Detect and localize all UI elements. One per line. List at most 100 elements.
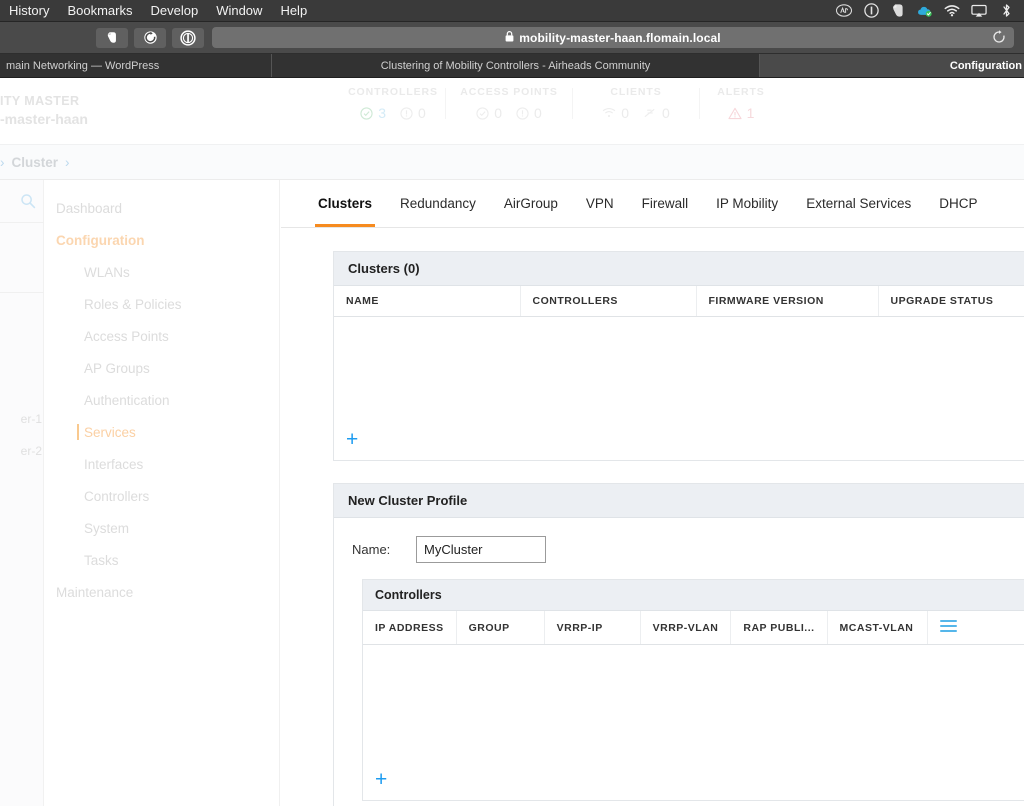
clusters-col-controllers[interactable]: CONTROLLERS xyxy=(520,286,697,317)
tab-external-services[interactable]: External Services xyxy=(792,180,925,227)
controllers-col-rap-public[interactable]: RAP PUBLI... xyxy=(730,611,828,645)
clusters-col-firmware-version[interactable]: FIRMWARE VERSION xyxy=(696,286,879,317)
add-cluster-button[interactable]: + xyxy=(346,428,358,451)
sidebar-item-tasks[interactable]: Tasks xyxy=(44,544,279,576)
tab-dhcp[interactable]: DHCP xyxy=(925,180,991,227)
breadcrumb-label[interactable]: Cluster xyxy=(12,155,59,170)
check-circle-icon xyxy=(476,106,489,120)
stat-controllers-up: 3 xyxy=(360,105,386,121)
stat-clients-wired: 0 xyxy=(643,105,670,121)
controllers-header-row: IP ADDRESS GROUP VRRP-IP VRRP-VLAN RAP P… xyxy=(363,611,1024,645)
onepassword-icon[interactable] xyxy=(863,3,879,19)
sidebar-item-wlans[interactable]: WLANs xyxy=(44,256,279,288)
rail-item-controller-1[interactable]: er-1 xyxy=(0,412,44,426)
sidebar-item-ap-groups[interactable]: AP Groups xyxy=(44,352,279,384)
sidebar-item-configuration[interactable]: Configuration xyxy=(44,224,279,256)
app-hostname: -master-haan xyxy=(0,110,88,127)
sidebar-item-roles-policies[interactable]: Roles & Policies xyxy=(44,288,279,320)
browser-tab-bar: main Networking — WordPress Clustering o… xyxy=(0,54,1024,78)
rail-item-controller-2[interactable]: er-2 xyxy=(0,444,44,458)
stat-label-access-points: ACCESS POINTS xyxy=(460,86,558,98)
menu-item-bookmarks[interactable]: Bookmarks xyxy=(58,0,141,22)
clusters-panel: Clusters (0) NAME CONTROLLERS FIRMWARE V… xyxy=(333,251,1024,461)
add-controller-button[interactable]: + xyxy=(375,768,387,791)
browser-tab-configuration[interactable]: Configuration xyxy=(760,54,1024,77)
creative-cloud-icon[interactable] xyxy=(836,3,852,19)
clusters-col-name[interactable]: NAME xyxy=(334,286,521,317)
sidebar-item-label: Configuration xyxy=(56,232,145,248)
cloud-sync-icon[interactable] xyxy=(917,3,933,19)
controllers-col-group[interactable]: GROUP xyxy=(456,611,545,645)
tab-redundancy[interactable]: Redundancy xyxy=(386,180,490,227)
tab-airgroup[interactable]: AirGroup xyxy=(490,180,572,227)
clusters-table-body-empty xyxy=(334,317,1024,423)
controllers-col-menu[interactable] xyxy=(927,611,1024,645)
stat-controllers[interactable]: CONTROLLERS 3 0 xyxy=(341,86,445,121)
browser-tab-wordpress[interactable]: main Networking — WordPress xyxy=(0,54,272,77)
sidebar-item-maintenance[interactable]: Maintenance xyxy=(44,576,279,608)
sidebar-item-controllers[interactable]: Controllers xyxy=(44,480,279,512)
wifi-icon[interactable] xyxy=(944,3,960,19)
stat-aps-up: 0 xyxy=(476,105,502,121)
evernote-clipper-icon[interactable] xyxy=(96,27,128,48)
wired-icon xyxy=(644,108,655,118)
menu-item-help[interactable]: Help xyxy=(271,0,316,22)
sidebar-item-dashboard[interactable]: Dashboard xyxy=(44,192,279,224)
sidebar-item-label: Tasks xyxy=(84,552,119,568)
stat-alerts[interactable]: ALERTS 1 xyxy=(700,86,782,121)
wifi-icon xyxy=(602,108,616,118)
rail-divider-1 xyxy=(0,222,44,223)
address-bar[interactable]: mobility-master-haan.flomain.local xyxy=(212,27,1014,48)
sidebar-item-label: System xyxy=(84,520,130,536)
menubar-tray xyxy=(836,3,1024,19)
tab-clusters[interactable]: Clusters xyxy=(304,180,386,227)
menu-item-window[interactable]: Window xyxy=(207,0,271,22)
controllers-col-vrrp-vlan[interactable]: VRRP-VLAN xyxy=(640,611,732,645)
controllers-add-row: + xyxy=(363,763,1024,800)
sidebar-item-interfaces[interactable]: Interfaces xyxy=(44,448,279,480)
sidebar-item-access-points[interactable]: Access Points xyxy=(44,320,279,352)
content-tab-bar: Clusters Redundancy AirGroup VPN Firewal… xyxy=(281,180,1024,228)
controllers-table-body-empty xyxy=(363,645,1024,763)
controllers-table: IP ADDRESS GROUP VRRP-IP VRRP-VLAN RAP P… xyxy=(363,611,1024,645)
column-menu-icon[interactable] xyxy=(939,620,1024,632)
evernote-icon[interactable] xyxy=(890,3,906,19)
tab-vpn[interactable]: VPN xyxy=(572,180,628,227)
menu-item-develop[interactable]: Develop xyxy=(141,0,207,22)
tab-firewall[interactable]: Firewall xyxy=(628,180,703,227)
tab-label: Firewall xyxy=(641,196,689,211)
stat-access-points[interactable]: ACCESS POINTS 0 0 xyxy=(446,86,572,121)
controllers-col-ip-address[interactable]: IP ADDRESS xyxy=(363,611,457,645)
bluetooth-icon[interactable] xyxy=(998,3,1014,19)
reload-icon[interactable] xyxy=(992,30,1006,49)
search-icon[interactable] xyxy=(20,193,36,214)
sidebar-item-label: Controllers xyxy=(84,488,150,504)
onepassword-icon[interactable] xyxy=(172,27,204,48)
cluster-name-input[interactable] xyxy=(416,536,546,563)
stat-clients-wired-count: 0 xyxy=(662,105,670,121)
check-circle-icon xyxy=(360,106,373,120)
controllers-col-vrrp-ip[interactable]: VRRP-IP xyxy=(544,611,641,645)
browser-tab-airheads[interactable]: Clustering of Mobility Controllers - Air… xyxy=(272,54,760,77)
stat-clients[interactable]: CLIENTS 0 0 xyxy=(573,86,699,121)
browser-toolbar: mobility-master-haan.flomain.local xyxy=(0,22,1024,54)
menu-item-history[interactable]: History xyxy=(0,0,58,22)
airplay-icon[interactable] xyxy=(971,3,987,19)
stat-values-access-points: 0 0 xyxy=(452,105,566,121)
breadcrumb[interactable]: › Cluster › xyxy=(0,155,70,170)
refresh-circle-icon[interactable] xyxy=(134,27,166,48)
stat-values-controllers: 3 0 xyxy=(347,105,439,121)
controllers-col-mcast-vlan[interactable]: MCAST-VLAN xyxy=(827,611,928,645)
clusters-col-upgrade-status[interactable]: UPGRADE STATUS xyxy=(878,286,1024,317)
sidebar-item-services[interactable]: Services xyxy=(44,416,279,448)
sidebar-item-system[interactable]: System xyxy=(44,512,279,544)
breadcrumb-bar: › Cluster › xyxy=(0,144,1024,180)
stat-values-clients: 0 0 xyxy=(579,105,693,121)
breadcrumb-trailing-chevron-icon[interactable]: › xyxy=(65,155,70,170)
stat-alerts-count: 1 xyxy=(746,105,755,121)
stat-label-clients: CLIENTS xyxy=(610,86,662,98)
tab-label: IP Mobility xyxy=(716,196,779,211)
tab-ip-mobility[interactable]: IP Mobility xyxy=(702,180,792,227)
screen: History Bookmarks Develop Window Help mo… xyxy=(0,0,1024,806)
sidebar-item-authentication[interactable]: Authentication xyxy=(44,384,279,416)
